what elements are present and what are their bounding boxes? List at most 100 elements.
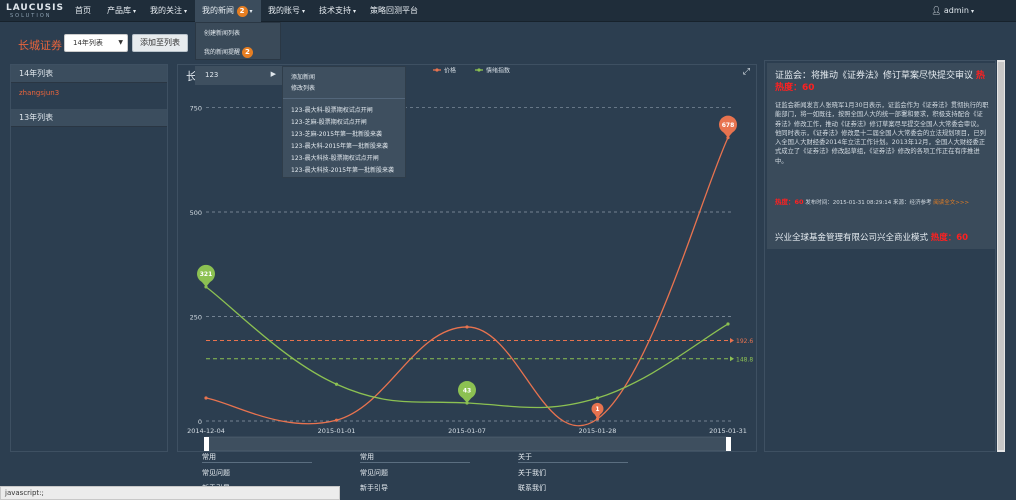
news-meta-score: 热度：60 (775, 198, 804, 206)
footer-column: 关于 关于我们 联系我们 (518, 452, 628, 493)
submenu-divider (283, 98, 405, 99)
news-published-time: 发布时间：2015-01-31 08:29:14 (805, 200, 892, 206)
top-navbar: LAUCUSIS SOLUTION 首页 产品库 ▾ 我的关注 ▾ 我的新闻 2 ▾ … (0, 0, 1016, 22)
submenu-edit-list[interactable]: 修改列表 (291, 83, 315, 92)
nav-my-news-label: 我的新闻 (202, 6, 234, 15)
footer-link[interactable]: 新手引导 (360, 483, 470, 493)
list-item-link[interactable]: zhangsjun3 (19, 89, 59, 97)
submenu-add-news[interactable]: 添加新闻 (291, 72, 315, 81)
nav-home-label: 首页 (75, 6, 91, 15)
y-tick-label: 0 (198, 418, 202, 426)
nav-my-account[interactable]: 我的账号 ▾ (268, 0, 310, 22)
submenu-news-item[interactable]: 123-晨大科技-股票期权试点开闸 (291, 153, 379, 162)
nav-products-label: 产品库 (107, 6, 131, 15)
data-point[interactable] (334, 418, 339, 422)
nav-my-follows[interactable]: 我的关注 ▾ (150, 0, 190, 22)
legend-label[interactable]: 价格 (444, 67, 456, 75)
average-line-arrow (730, 356, 734, 362)
average-label: 192.6 (736, 338, 753, 345)
legend-swatch-dot (435, 68, 439, 72)
scrollbar[interactable] (997, 60, 1005, 452)
logo[interactable]: LAUCUSIS SOLUTION (6, 3, 64, 19)
browser-status-bar: javascript:; (0, 486, 340, 500)
select-arrow-icon: ▼ (118, 39, 123, 46)
zoom-slider[interactable] (205, 436, 729, 451)
footer-column-title: 常用 (202, 452, 312, 463)
logo-text: LAUCUSIS (6, 3, 64, 13)
news-title[interactable]: 兴业全球基金管理有限公司兴全商业模式 热度：60 (775, 232, 968, 244)
news-heat-score: 热度：60 (930, 233, 969, 243)
footer-column-title: 关于 (518, 452, 628, 463)
legend-label[interactable]: 情绪指数 (486, 67, 510, 75)
submenu-news-item[interactable]: 123-芝麻-股票期权试点开闸 (291, 117, 367, 126)
nav-backtest[interactable]: 策略回测平台 (370, 0, 440, 22)
list-select[interactable]: 14年列表 ▼ (64, 34, 128, 52)
data-point[interactable] (334, 382, 339, 386)
nav-tech-support-label: 技术支持 (319, 6, 351, 15)
average-label: 148.8 (736, 356, 753, 363)
news-title[interactable]: 证监会：将推动《证券法》修订草案尽快提交审议 热 (775, 70, 991, 82)
hot-badge: 热 (975, 71, 985, 81)
read-more-link[interactable]: 阅读全文>>> (933, 200, 969, 206)
nav-home[interactable]: 首页 (75, 0, 97, 22)
nav-my-follows-label: 我的关注 (150, 6, 182, 15)
scrollbar-thumb[interactable] (998, 62, 1004, 450)
y-tick-label: 250 (190, 314, 202, 322)
user-menu[interactable]: 👤︎ admin ▾ (931, 0, 974, 22)
caret-down-icon: ▾ (353, 8, 357, 15)
list-panel: 14年列表 zhangsjun3 13年列表 (10, 64, 168, 452)
list-group-header-13[interactable]: 13年列表 (11, 109, 167, 127)
footer-column: 常用 常见问题 新手引导 (360, 452, 470, 493)
x-tick-label: 2015-01-31 (709, 427, 747, 435)
footer-link[interactable]: 关于我们 (518, 468, 628, 478)
logo-subtext: SOLUTION (10, 13, 52, 19)
news-card: 兴业全球基金管理有限公司兴全商业模式 热度：60 (767, 227, 995, 249)
data-point[interactable] (204, 396, 208, 400)
reminder-badge: 2 (241, 47, 253, 58)
data-point[interactable] (465, 325, 469, 329)
data-point[interactable] (726, 322, 730, 326)
zoom-handle-left[interactable] (204, 437, 209, 451)
caret-down-icon: ▾ (302, 8, 306, 15)
zoom-handle-right[interactable] (726, 437, 731, 451)
news-badge: 2 (236, 6, 248, 17)
footer-link[interactable]: 联系我们 (518, 483, 628, 493)
news-source: 来源：经济参考 (892, 200, 932, 206)
list-group-header-14[interactable]: 14年列表 (11, 65, 167, 83)
footer-link[interactable]: 常见问题 (202, 468, 312, 478)
footer-column-title: 常用 (360, 452, 470, 463)
submenu-news-item[interactable]: 123-晨大科-股票期权试点开闸 (291, 105, 373, 114)
dropdown-my-news-reminder[interactable]: 我的新闻提醒 2 (204, 47, 253, 58)
x-tick-label: 2015-01-28 (579, 427, 617, 435)
submenu-news-item[interactable]: 123-晨大科技-2015年第一批新股来袭 (291, 165, 394, 174)
add-to-list-button[interactable]: 添加至列表 (132, 34, 188, 52)
caret-down-icon: ▾ (249, 8, 253, 15)
news-body: 证监会新闻发言人张晓军1月30日表示，证监会作为《证券法》贯彻执行的职能部门，将… (775, 102, 989, 165)
legend-swatch-dot (477, 68, 481, 72)
nav-backtest-label: 策略回测平台 (370, 6, 418, 15)
caret-down-icon: ▾ (133, 8, 137, 15)
fullscreen-icon[interactable]: ⤢ (743, 67, 750, 77)
nav-my-account-label: 我的账号 (268, 6, 300, 15)
x-tick-label: 2015-01-01 (318, 427, 356, 435)
news-meta: 热度：60 发布时间：2015-01-31 08:29:14 来源：经济参考 阅… (775, 196, 969, 206)
submenu-news-item[interactable]: 123-晨大科-2015年第一批新股来袭 (291, 141, 388, 150)
submenu-news-item[interactable]: 123-芝麻-2015年第一批新股来袭 (291, 129, 382, 138)
user-icon: 👤︎ (931, 6, 942, 15)
footer-link[interactable]: 常见问题 (360, 468, 470, 478)
user-name: admin (943, 6, 969, 15)
nav-tech-support[interactable]: 技术支持 ▾ (319, 0, 361, 22)
news-card: 证监会：将推动《证券法》修订草案尽快提交审议 热 热度：60 证监会新闻发言人张… (767, 63, 995, 235)
dropdown-create-news-list[interactable]: 创建新闻列表 (204, 28, 240, 37)
x-tick-label: 2015-01-07 (448, 427, 486, 435)
arrow-right-icon: ▶ (270, 70, 276, 78)
list-select-value: 14年列表 (73, 39, 103, 47)
data-point[interactable] (595, 396, 600, 400)
nav-products[interactable]: 产品库 ▾ (107, 0, 139, 22)
caret-down-icon: ▾ (184, 8, 188, 15)
submenu-label: 123 (205, 71, 219, 79)
submenu-list-123[interactable]: 123 ▶ (195, 66, 282, 85)
page-title: 长城证券 (18, 39, 62, 52)
nav-my-news[interactable]: 我的新闻 2 ▾ (195, 0, 261, 22)
news-title-text: 兴业全球基金管理有限公司兴全商业模式 (775, 233, 929, 243)
